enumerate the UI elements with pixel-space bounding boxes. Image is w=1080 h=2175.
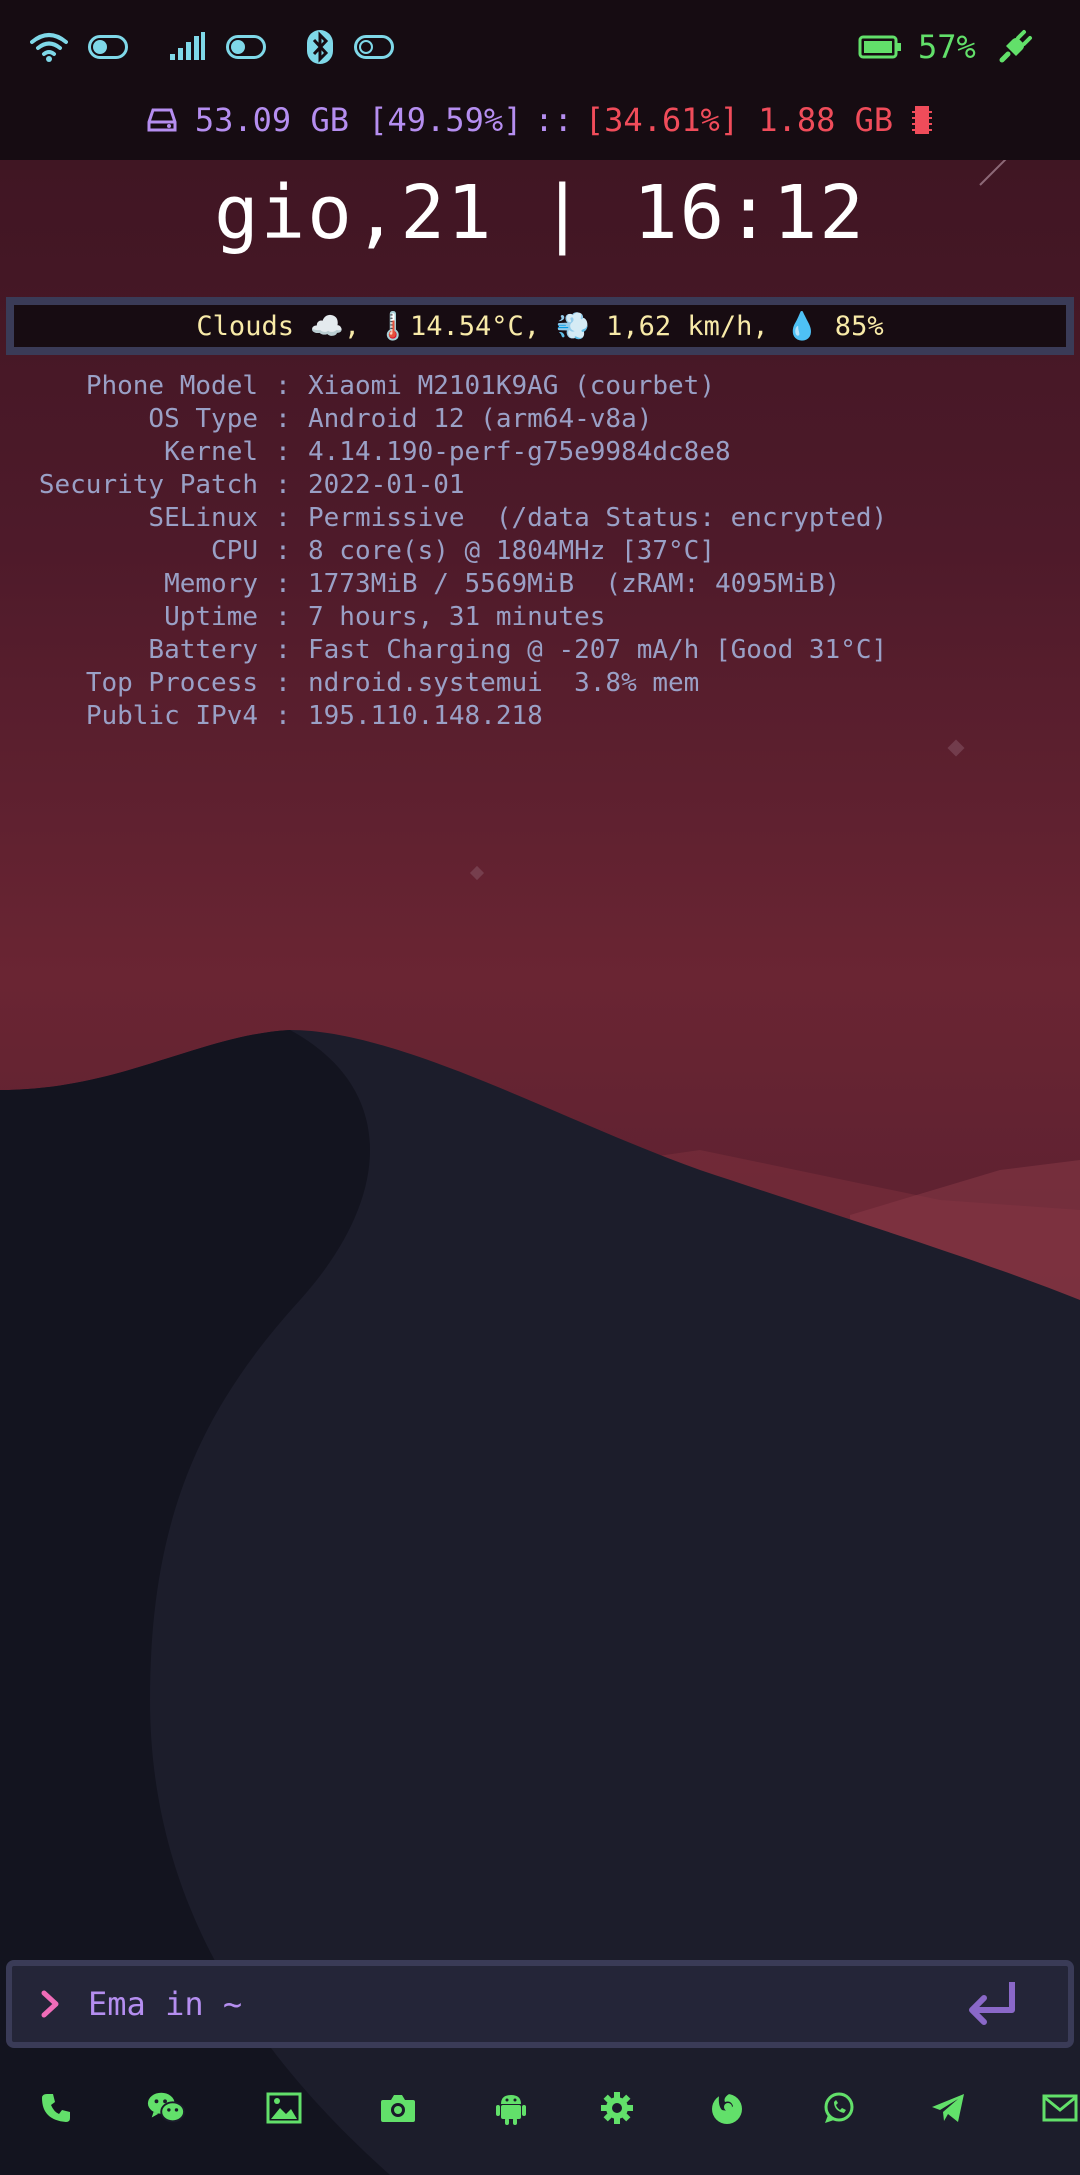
info-row-public-ipv4: Public IPv4:195.110.148.218: [85, 701, 543, 731]
app-dock: [0, 2068, 1080, 2152]
status-bar: 57% 53.09 GB [49.59%] :: [34.61%] 1.88 G…: [0, 0, 1080, 160]
bluetooth-icon[interactable]: [306, 22, 334, 72]
cell-signal-icon[interactable]: [168, 22, 206, 72]
info-row-battery: Battery: Fast Charging @ -207 mA/h [Good …: [148, 635, 888, 665]
info-row-os-type: OS Type: Android 12 (arm64-v8a): [148, 404, 653, 434]
info-row-cpu: CPU:8 core(s) @ 1804MHz [37°C]: [211, 536, 715, 566]
phone-icon[interactable]: [36, 2088, 76, 2128]
wifi-icon[interactable]: [30, 22, 68, 72]
gallery-icon[interactable]: [264, 2088, 304, 2128]
weather-text: Clouds ☁️, 🌡️14.54°C, 💨 1,62 km/h, 💧 85%: [196, 311, 884, 342]
battery-icon: [858, 22, 902, 72]
whatsapp-icon[interactable]: [819, 2088, 859, 2128]
info-row-selinux: SELinux: Permissive (/data Status: encryp…: [148, 503, 888, 533]
info-row-top-process: Top Process: ndroid.systemui 3.8% mem: [85, 668, 700, 698]
settings-icon[interactable]: [597, 2088, 637, 2128]
command-prompt-text[interactable]: Ema in ~: [88, 1966, 242, 2042]
wifi-toggle[interactable]: [88, 22, 128, 72]
info-row-kernel: Kernel:4.14.190-perf-g75e9984dc8e8: [164, 437, 731, 467]
ram-usage: [34.61%] 1.88 GB: [584, 101, 894, 139]
battery-percent: 57%: [918, 28, 976, 66]
info-row-memory: Memory:1773MiB / 5569MiB (zRAM: 4095MiB): [164, 569, 841, 599]
storage-usage: 53.09 GB [49.59%]: [194, 101, 523, 139]
mobile-data-toggle[interactable]: [226, 22, 266, 72]
charging-plug-icon: [996, 22, 1034, 72]
storage-drive-icon: [147, 108, 177, 132]
info-row-uptime: Uptime:7 hours, 31 minutes: [164, 602, 606, 632]
mail-icon[interactable]: [1040, 2088, 1080, 2128]
bluetooth-toggle[interactable]: [354, 22, 394, 72]
wechat-icon[interactable]: [146, 2088, 186, 2128]
telegram-icon[interactable]: [928, 2088, 968, 2128]
date-clock[interactable]: gio,21 | 16:12: [0, 170, 1080, 256]
enter-icon[interactable]: [962, 1976, 1018, 2036]
firefox-icon[interactable]: [707, 2088, 747, 2128]
prompt-chevron-icon: [40, 1966, 62, 2042]
weather-bar[interactable]: Clouds ☁️, 🌡️14.54°C, 💨 1,62 km/h, 💧 85%: [6, 297, 1074, 355]
system-info: Phone Model: Xiaomi M2101K9AG (courbet) O…: [0, 370, 1080, 733]
ram-chip-icon: [911, 104, 933, 136]
info-row-phone-model: Phone Model: Xiaomi M2101K9AG (courbet): [85, 371, 715, 401]
separator: ::: [534, 101, 573, 139]
command-input[interactable]: Ema in ~: [6, 1960, 1074, 2048]
camera-icon[interactable]: [378, 2088, 418, 2128]
info-row-security-patch: Security Patch:2022-01-01: [38, 470, 465, 500]
android-icon[interactable]: [491, 2088, 531, 2128]
